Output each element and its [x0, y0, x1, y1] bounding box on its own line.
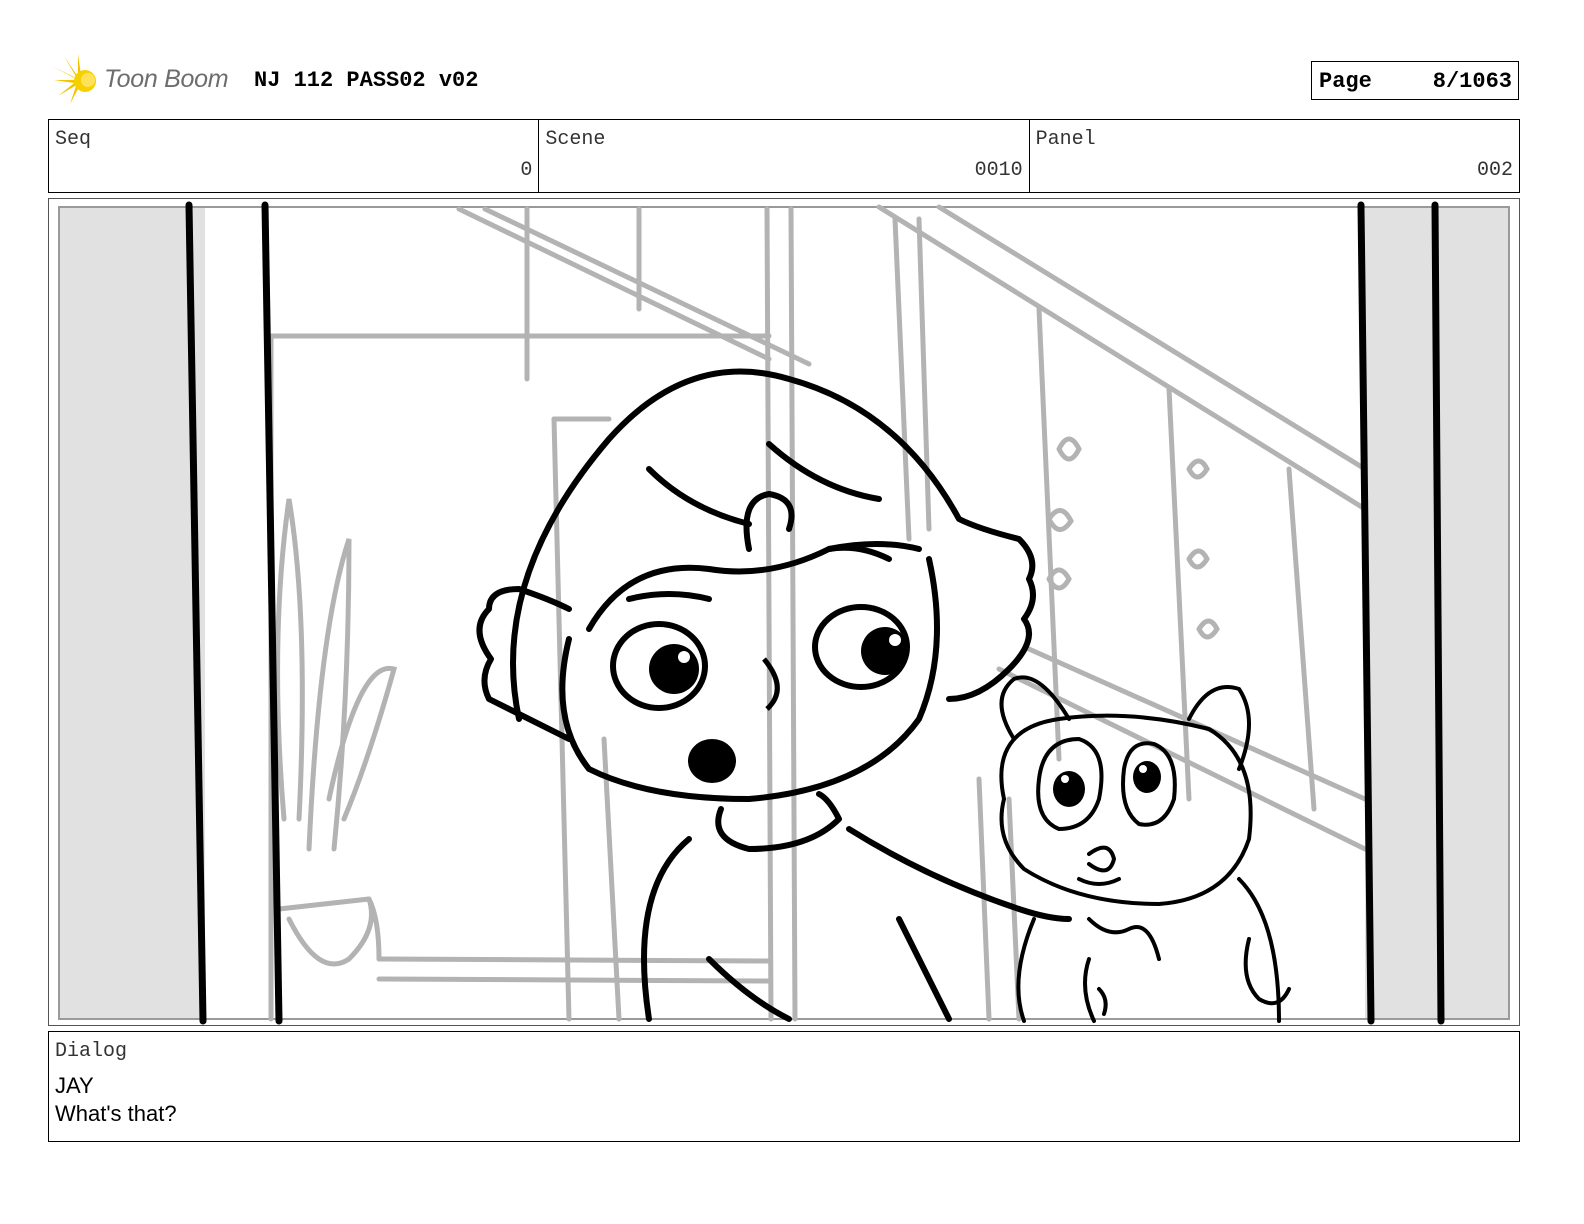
seq-cell: Seq 0 [49, 120, 540, 192]
panel-label: Panel [1035, 128, 1096, 151]
dialog-box: Dialog JAY What's that? [48, 1031, 1520, 1142]
left-letterbox [60, 208, 205, 1018]
document-title: NJ 112 PASS02 v02 [254, 68, 479, 93]
storyboard-panel-image [48, 198, 1520, 1026]
panel-cell: Panel 002 [1030, 120, 1519, 192]
dialog-label: Dialog [55, 1040, 128, 1063]
dialog-text: JAY What's that? [55, 1072, 177, 1128]
scene-cell: Scene 0010 [539, 120, 1030, 192]
dialog-line: What's that? [55, 1101, 177, 1126]
page-label: Page [1319, 69, 1372, 94]
panel-value: 002 [1476, 159, 1513, 182]
toon-boom-logo: Toon Boom [50, 52, 240, 108]
scene-value: 0010 [974, 159, 1023, 182]
sketch-drawing [49, 199, 1519, 1025]
seq-label: Seq [55, 128, 92, 151]
seq-value: 0 [520, 159, 533, 182]
panel-info-row: Seq 0 Scene 0010 Panel 002 [48, 119, 1520, 193]
logo-text: Toon Boom [104, 65, 229, 93]
page-indicator: Page 8/1063 [1311, 61, 1519, 100]
page-number: 8/1063 [1432, 69, 1512, 94]
dialog-character: JAY [55, 1073, 94, 1098]
star-burst-icon [50, 54, 96, 104]
scene-label: Scene [545, 128, 606, 151]
